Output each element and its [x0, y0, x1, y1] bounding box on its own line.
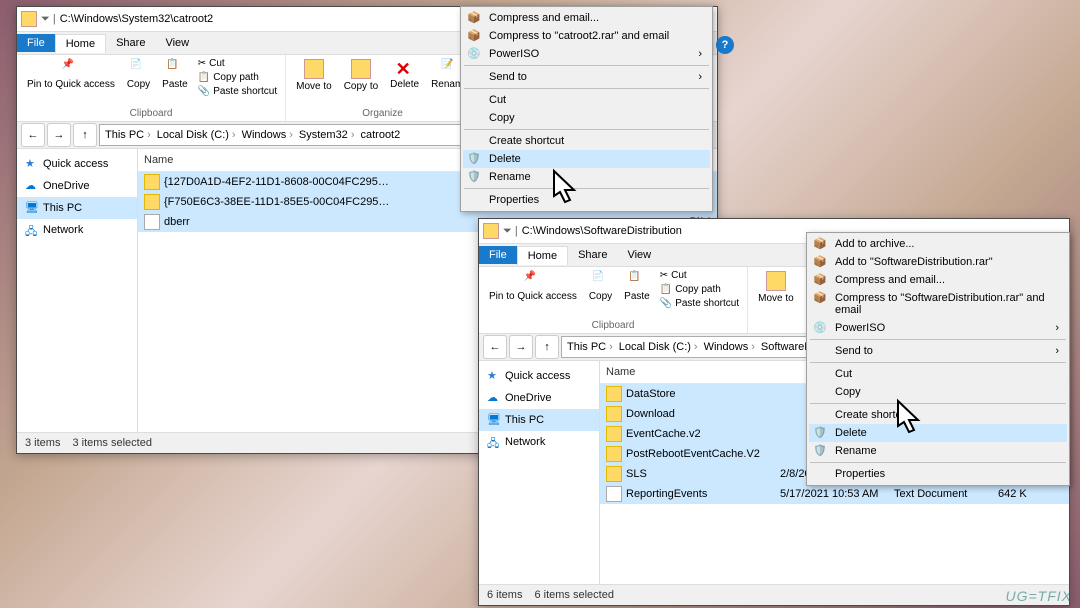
ctx-addarchive[interactable]: 📦Add to archive... — [809, 235, 1067, 253]
archive-icon: 📦 — [813, 291, 829, 307]
sidebar-item-onedrive[interactable]: ☁OneDrive — [17, 175, 137, 197]
up-button[interactable]: ↑ — [535, 335, 559, 359]
copypath-button[interactable]: 📋Copy path — [196, 71, 279, 84]
up-button[interactable]: ↑ — [73, 123, 97, 147]
ctx-sendto[interactable]: Send to — [809, 342, 1067, 360]
disc-icon: 💿 — [813, 321, 829, 337]
sidebar-item-network[interactable]: 🖧Network — [17, 219, 137, 241]
watermark: UG=TFIX — [1005, 588, 1072, 604]
ctx-cut[interactable]: Cut — [809, 365, 1067, 383]
ctx-sendto[interactable]: Send to — [463, 68, 710, 86]
folder-icon — [144, 194, 160, 210]
disc-icon: 💿 — [467, 47, 483, 63]
sidebar-item-thispc[interactable]: 🖥This PC — [17, 197, 137, 219]
back-button[interactable]: ← — [21, 123, 45, 147]
ctx-cut[interactable]: Cut — [463, 91, 710, 109]
tab-share[interactable]: Share — [568, 246, 617, 264]
sidebar-item-quick[interactable]: ★Quick access — [17, 153, 137, 175]
shield-icon: 🛡️ — [467, 170, 483, 186]
tab-file[interactable]: File — [479, 246, 517, 264]
star-icon: ★ — [25, 157, 39, 171]
archive-icon: 📦 — [813, 255, 829, 271]
ctx-rename[interactable]: 🛡️Rename — [463, 168, 710, 186]
folder-icon — [21, 11, 37, 27]
context-menu-1: 📦Compress and email... 📦Compress to "cat… — [460, 6, 713, 212]
ctx-compress-to[interactable]: 📦Compress to "SoftwareDistribution.rar" … — [809, 289, 1067, 319]
pasteshortcut-button[interactable]: 📎Paste shortcut — [658, 297, 741, 310]
pasteshortcut-button[interactable]: 📎Paste shortcut — [196, 85, 279, 98]
pc-icon: 🖥 — [25, 201, 39, 215]
ctx-properties[interactable]: Properties — [809, 465, 1067, 483]
ctx-delete[interactable]: 🛡️Delete — [809, 424, 1067, 442]
ctx-copy[interactable]: Copy — [809, 383, 1067, 401]
shield-icon: 🛡️ — [467, 152, 483, 168]
ctx-rename[interactable]: 🛡️Rename — [809, 442, 1067, 460]
pin-button[interactable]: 📌Pin to Quick access — [485, 269, 581, 304]
tab-home[interactable]: Home — [517, 246, 568, 265]
shield-icon: 🛡️ — [813, 444, 829, 460]
paste-button[interactable]: 📋Paste — [620, 269, 654, 304]
sidebar-item-quick[interactable]: ★Quick access — [479, 365, 599, 387]
shortcut-icon: 📎 — [198, 86, 210, 97]
ctx-compress-email[interactable]: 📦Compress and email... — [809, 271, 1067, 289]
archive-icon: 📦 — [813, 237, 829, 253]
folder-icon — [144, 174, 160, 190]
tab-view[interactable]: View — [155, 34, 199, 52]
archive-icon: 📦 — [813, 273, 829, 289]
ctx-delete[interactable]: 🛡️Delete — [463, 150, 710, 168]
moveto-button[interactable]: Move to — [754, 269, 798, 306]
paste-button[interactable]: 📋Paste — [158, 57, 192, 92]
ctx-compress-to[interactable]: 📦Compress to "catroot2.rar" and email — [463, 27, 710, 45]
cut-button[interactable]: ✂Cut — [658, 269, 741, 282]
forward-button[interactable]: → — [47, 123, 71, 147]
cut-button[interactable]: ✂Cut — [196, 57, 279, 70]
delete-button[interactable]: ✕Delete — [386, 57, 423, 92]
folder-icon — [483, 223, 499, 239]
scissors-icon: ✂ — [198, 58, 206, 69]
ctx-poweriso[interactable]: 💿PowerISO — [463, 45, 710, 63]
shield-icon: 🛡️ — [813, 426, 829, 442]
tab-view[interactable]: View — [617, 246, 661, 264]
path-icon: 📋 — [198, 72, 210, 83]
network-icon: 🖧 — [25, 223, 39, 237]
statusbar: 6 items 6 items selected — [479, 584, 1069, 605]
sidebar: ★Quick access ☁OneDrive 🖥This PC 🖧Networ… — [479, 361, 600, 587]
ctx-compress-email[interactable]: 📦Compress and email... — [463, 9, 710, 27]
ctx-shortcut[interactable]: Create shortcut — [463, 132, 710, 150]
file-icon — [144, 214, 160, 230]
copy-button[interactable]: 📄Copy — [123, 57, 154, 92]
forward-button[interactable]: → — [509, 335, 533, 359]
back-button[interactable]: ← — [483, 335, 507, 359]
ctx-addto[interactable]: 📦Add to "SoftwareDistribution.rar" — [809, 253, 1067, 271]
archive-icon: 📦 — [467, 11, 483, 27]
ctx-copy[interactable]: Copy — [463, 109, 710, 127]
ctx-poweriso[interactable]: 💿PowerISO — [809, 319, 1067, 337]
file-row[interactable]: ReportingEvents5/17/2021 10:53 AMText Do… — [600, 484, 1069, 504]
tab-home[interactable]: Home — [55, 34, 106, 53]
sidebar-item-network[interactable]: 🖧Network — [479, 431, 599, 453]
archive-icon: 📦 — [467, 29, 483, 45]
pin-button[interactable]: 📌Pin to Quick access — [23, 57, 119, 92]
ctx-properties[interactable]: Properties — [463, 191, 710, 209]
sidebar-item-onedrive[interactable]: ☁OneDrive — [479, 387, 599, 409]
cloud-icon: ☁ — [25, 179, 39, 193]
copyto-button[interactable]: Copy to — [340, 57, 382, 94]
tab-file[interactable]: File — [17, 34, 55, 52]
sidebar-item-thispc[interactable]: 🖥This PC — [479, 409, 599, 431]
copy-button[interactable]: 📄Copy — [585, 269, 616, 304]
moveto-button[interactable]: Move to — [292, 57, 336, 94]
context-menu-2: 📦Add to archive... 📦Add to "SoftwareDist… — [806, 232, 1070, 486]
tab-share[interactable]: Share — [106, 34, 155, 52]
ctx-shortcut[interactable]: Create shortcut — [809, 406, 1067, 424]
help-button[interactable]: ? — [716, 36, 734, 54]
sidebar: ★Quick access ☁OneDrive 🖥This PC 🖧Networ… — [17, 149, 138, 435]
copypath-button[interactable]: 📋Copy path — [658, 283, 741, 296]
